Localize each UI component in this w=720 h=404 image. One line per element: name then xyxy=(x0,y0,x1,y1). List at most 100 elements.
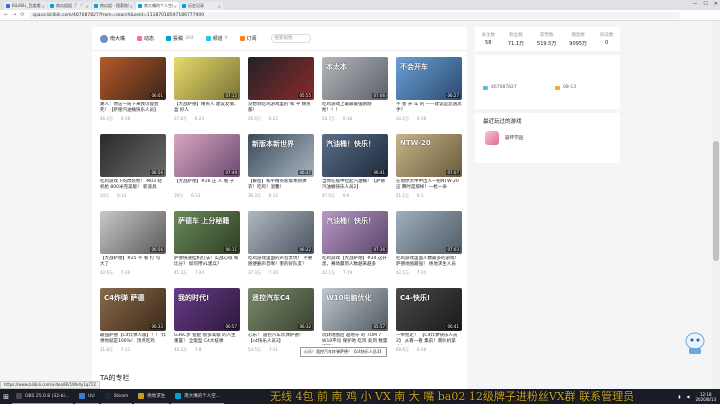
video-thumbnail[interactable]: 06:22 xyxy=(248,211,314,254)
video-thumbnail[interactable]: 萨德车 上分秘籍 06:11 xyxy=(174,211,240,254)
video-thumbnail[interactable]: 07:49 xyxy=(174,134,240,177)
video-thumbnail[interactable]: 07:15 xyxy=(174,57,240,100)
nav-home[interactable]: 南大嘴 xyxy=(100,34,125,43)
mascot-icon[interactable] xyxy=(684,329,706,355)
video-card[interactable]: 不会开车 06:27 不 会 开 车 的 ——建议是您遇黑手？ 30.2万 6-18 xyxy=(396,57,462,129)
windows-start-icon[interactable]: ⊞ xyxy=(0,389,12,404)
nav-channels[interactable]: 频道 0 xyxy=(205,35,228,42)
browser-tab[interactable]: BiLiBiLi_百度搜索× xyxy=(4,2,47,10)
video-thumbnail[interactable]: 06:01 xyxy=(100,57,166,100)
video-title[interactable]: 在地你大中中出人一把NTW-20这 腾时是那样！一枪一命 xyxy=(396,179,462,191)
video-thumbnail[interactable]: 我的时代! 06:57 xyxy=(174,288,240,331)
video-thumbnail[interactable]: NTW-20 07:07 xyxy=(396,134,462,177)
video-card[interactable]: C4炸弹 萨德 06:33 最强萨德【C4炸弹人版】！！ 炸弹你就是100%！ 顶点… xyxy=(100,288,166,360)
video-card[interactable]: 06:01 路人：你这一局下来我可能会死！【萨德汽油桶快乐人员】 46.4万 6-28 xyxy=(100,57,166,129)
nav-dynamic[interactable]: 动态 xyxy=(137,35,154,42)
video-title[interactable]: 心乐！ 遥控汽车炸弹萨德！ 【c4快乐人员3】 xyxy=(248,333,314,345)
video-thumbnail[interactable]: 遥控汽车C4 06:32 xyxy=(248,288,314,331)
video-thumbnail[interactable]: 06:56 xyxy=(100,134,166,177)
video-card[interactable]: 06:56 吃鸡游戏下的改装枪！ M03 轻机枪 800米完美版！ 新道具 10万 6… xyxy=(100,134,166,206)
video-title[interactable]: 吃鸡游戏里面的声音太坑！ 不要随便删声音啊！害的好队友！ xyxy=(248,256,314,268)
video-meta: 36.3万 6-12 xyxy=(248,193,314,199)
video-thumbnail[interactable]: 汽油桶！快乐！ 07:36 xyxy=(322,211,388,254)
scrollbar[interactable] xyxy=(712,21,720,389)
video-card[interactable]: 本太本 07:06 吃鸡游戏上最最最强刚刚枪！！！ 20.7万 6-18 xyxy=(322,57,388,129)
close-icon[interactable]: ✕ xyxy=(714,1,718,7)
tab-close-icon[interactable]: × xyxy=(218,4,221,9)
stat-item[interactable]: 获赞数 519.5万 xyxy=(537,32,556,47)
video-card[interactable]: 新版本新世界 06:37 【解密】和平精英新版本防弹衣！吃鸡！温馨！ 36.3万 6-1… xyxy=(248,134,314,206)
video-title[interactable]: 一举抢走！ 【C4炸弹快乐人员2】 从看一看 集前！南叭机第人！ xyxy=(396,333,462,345)
video-title[interactable]: 吃鸡游戏下的改装枪！ M03 轻机枪 800米完美版！ 新道具 xyxy=(100,179,166,191)
stat-item[interactable]: 播放数 9095万 xyxy=(569,32,587,47)
browser-tab[interactable]: 南瓜姐姐（゜-゜）つロ 干杯~-bili× xyxy=(48,2,91,10)
nav-videos[interactable]: 投稿 364 xyxy=(166,35,194,42)
video-title[interactable]: 玩转地图后 越地守 的 TOM 7 W10平均 保护地 吃鸡 处到 数量 吃鸡！ xyxy=(322,333,388,345)
network-icon[interactable]: ▮ xyxy=(678,394,680,399)
video-title[interactable]: 吃鸡游戏里面人数最多的游戏！萨德地图最强！ 绝地求生人员 xyxy=(396,256,462,268)
video-thumbnail[interactable]: C4-快乐! 06:41 xyxy=(396,288,462,331)
minimize-icon[interactable]: — xyxy=(692,1,697,7)
video-thumbnail[interactable]: C4炸弹 萨德 06:33 xyxy=(100,288,166,331)
taskbar-app[interactable]: OBS 25.0.8 (32-bi... xyxy=(12,389,74,404)
video-card[interactable]: 05:55 没想到吃鸡游戏里的 和 平 精英都！ 26.6万 6-22 xyxy=(248,57,314,129)
game-item[interactable]: 崩坏学园 xyxy=(485,131,523,145)
stat-item[interactable]: 粉丝数 71.1万 xyxy=(508,32,524,47)
video-thumbnail[interactable]: 05:55 xyxy=(248,57,314,100)
nav-subscribe[interactable]: 订阅 xyxy=(239,35,257,42)
video-card[interactable]: 我的时代! 06:57 G36C步 搭配 很多高级 的人生 重置！ 全能型 C4大核… xyxy=(174,288,240,360)
video-title[interactable]: 吃鸡游戏【大战萨德】#24 这开黑，赛场赢到人数越来越多 xyxy=(322,256,388,268)
video-card[interactable]: 07:49 【大战萨德】#26 正 人 看 子 39万 6-13 xyxy=(174,134,240,206)
stat-item[interactable]: 阅读数 0 xyxy=(600,32,614,46)
video-thumbnail[interactable]: 07:03 xyxy=(396,211,462,254)
video-card[interactable]: 06:56 【大战萨德】#25 不 看 打 句 大了 42.6万 7-26 xyxy=(100,211,166,283)
video-title[interactable]: 【解密】和平精英新版本防弹衣！吃鸡！温馨！ xyxy=(248,179,314,191)
video-thumbnail[interactable]: 新版本新世界 06:37 xyxy=(248,134,314,177)
video-title[interactable]: 吃鸡游戏上最最最强刚刚枪！！！ xyxy=(322,102,388,114)
video-thumbnail[interactable]: 06:56 xyxy=(100,211,166,254)
clock[interactable]: 12:18 2020/8/13 xyxy=(695,392,716,402)
tab-close-icon[interactable]: × xyxy=(86,4,89,9)
video-title[interactable]: 没想到吃鸡游戏里的 和 平 精英都！ xyxy=(248,102,314,114)
video-title[interactable]: G36C步 搭配 很多高级 的人生 重置！ 全能型 C4大核弹 xyxy=(174,333,240,345)
video-title[interactable]: 【大战萨德】#26 正 人 看 子 xyxy=(174,179,240,191)
video-card[interactable]: 07:03 吃鸡游戏里面人数最多的游戏！萨德地图最强！ 绝地求生人员 42.1万 7-… xyxy=(396,211,462,283)
video-title[interactable]: 当你在敌中拉起汽油桶！【萨德汽油桶快乐人员2】 xyxy=(322,179,388,191)
reload-icon[interactable]: ⟳ xyxy=(20,12,24,18)
scrollbar-thumb[interactable] xyxy=(713,141,719,261)
video-card[interactable]: 萨德车 上分秘籍 06:11 萨德快速挂机打法！实战心得 和 比分？ 如何用VL建兵… xyxy=(174,211,240,283)
volume-icon[interactable]: ◀ xyxy=(686,394,689,399)
video-title[interactable]: 最强萨德【C4炸弹人版】！！ 炸弹你就是100%！ 顶点吃鸡 xyxy=(100,333,166,345)
video-card[interactable]: C4-快乐! 06:41 一举抢走！ 【C4炸弹快乐人员2】 从看一看 集前！南叭机… xyxy=(396,288,462,360)
video-card[interactable]: 汽油桶！快乐！ 07:36 吃鸡游戏【大战萨德】#24 这开黑，赛场赢到人数越来越多… xyxy=(322,211,388,283)
stat-item[interactable]: 关注数 58 xyxy=(481,32,495,46)
browser-tab[interactable]: 南瓜姐 - 搜索结果 - 哔哩哔哩(゜-゜)× xyxy=(92,2,135,10)
video-title[interactable]: 【大战萨德】#25 不 看 打 句 大了 xyxy=(100,256,166,268)
taskbar-app[interactable]: 绝地求生 xyxy=(134,389,170,404)
video-thumbnail[interactable]: 不会开车 06:27 xyxy=(396,57,462,100)
tab-close-icon[interactable]: × xyxy=(174,4,177,9)
video-card[interactable]: 06:22 吃鸡游戏里面的声音太坑！ 不要随便删声音啊！害的好队友！ 37.3万 7-… xyxy=(248,211,314,283)
browser-tab[interactable]: 历史记录 × xyxy=(180,2,223,10)
tab-close-icon[interactable]: × xyxy=(42,4,45,9)
video-thumbnail[interactable]: 本太本 07:06 xyxy=(322,57,388,100)
video-title[interactable]: 路人：你这一局下来我可能会死！【萨德汽油桶快乐人员】 xyxy=(100,102,166,114)
video-card[interactable]: 汽油桶！快乐！ 06:41 当你在敌中拉起汽油桶！【萨德汽油桶快乐人员2】 47.6万… xyxy=(322,134,388,206)
search-input[interactable]: 搜索视频 xyxy=(270,34,311,43)
video-thumbnail[interactable]: W10电脑优化 05:57 xyxy=(322,288,388,331)
forward-icon[interactable]: → xyxy=(12,12,16,18)
video-thumbnail[interactable]: 汽油桶！快乐！ 06:41 xyxy=(322,134,388,177)
taskbar-app[interactable]: 南大嘴的个人空... xyxy=(171,389,225,404)
tab-close-icon[interactable]: × xyxy=(130,4,133,9)
browser-tab[interactable]: 南大嘴的个人空间 - 哔哩哔哩× xyxy=(136,2,179,10)
maximize-icon[interactable]: ☐ xyxy=(703,1,707,7)
taskbar-app[interactable]: Steam xyxy=(100,389,133,404)
video-card[interactable]: NTW-20 07:07 在地你大中中出人一把NTW-20这 腾时是那样！一枪一命 5… xyxy=(396,134,462,206)
video-title[interactable]: 【大战萨德】精英人 建议友情、盒 好人 xyxy=(174,102,240,114)
url-field[interactable]: space.bilibili.com/467087827?from=search… xyxy=(28,11,680,19)
video-title[interactable]: 不 会 开 车 的 ——建议是您遇黑手？ xyxy=(396,102,462,114)
video-card[interactable]: 07:15 【大战萨德】精英人 建议友情、盒 好人 27.8万 6-23 xyxy=(174,57,240,129)
back-icon[interactable]: ← xyxy=(4,12,8,18)
video-title[interactable]: 萨德快速挂机打法！实战心得 和 比分？ 如何用VL建兵？ xyxy=(174,256,240,268)
taskbar-app[interactable]: UU xyxy=(75,389,99,404)
